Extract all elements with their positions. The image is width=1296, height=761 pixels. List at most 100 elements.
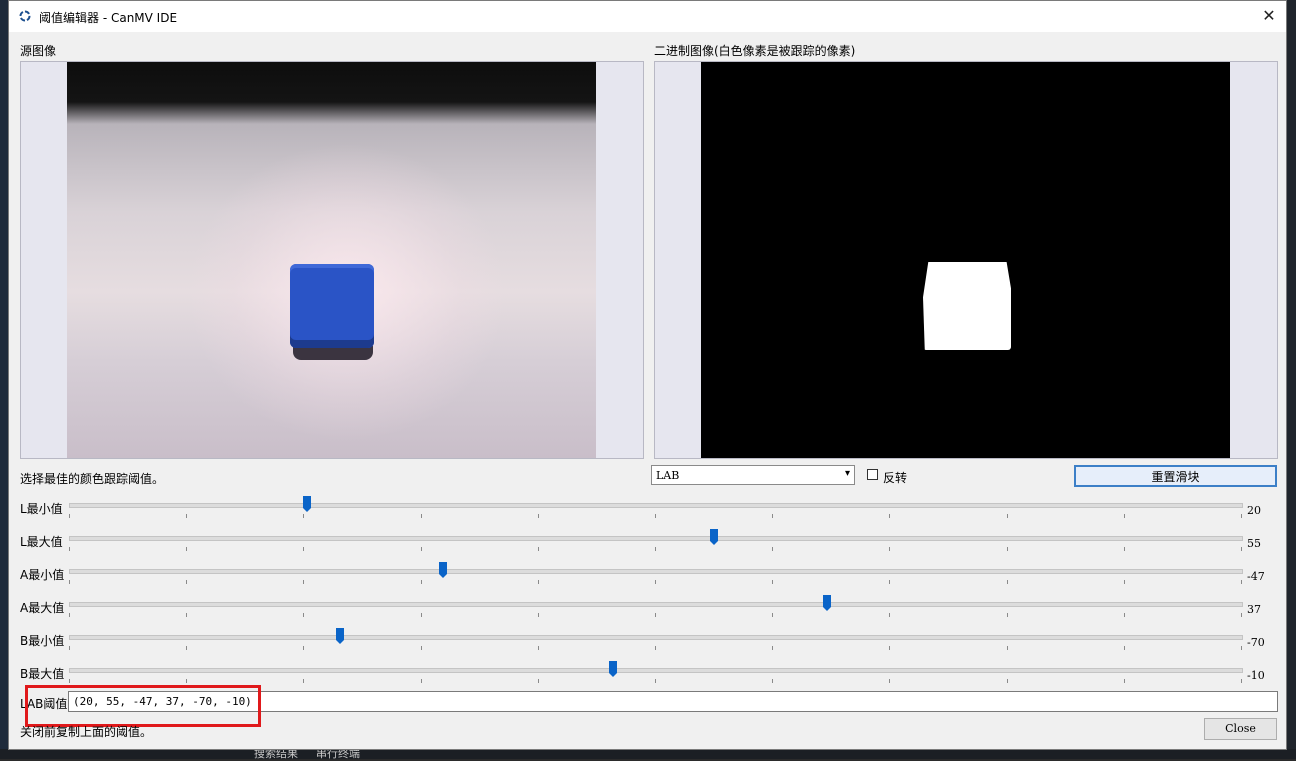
slider-tick <box>1241 646 1242 650</box>
slider-row: L最大值 55 <box>9 527 1286 557</box>
slider-tick <box>772 514 774 518</box>
invert-checkbox[interactable] <box>867 469 878 480</box>
slider-tick <box>186 646 188 650</box>
slider-value: -70 <box>1247 636 1265 649</box>
slider-tick <box>1241 547 1242 551</box>
window-title: 阈值编辑器 - CanMV IDE <box>39 11 178 25</box>
threshold-editor-window: 阈值编辑器 - CanMV IDE ✕ 源图像 二进制图像(白色像素是被跟踪的像… <box>8 0 1287 750</box>
slider-track[interactable] <box>69 635 1243 640</box>
slider-label: L最小值 <box>20 502 63 516</box>
slider-tick <box>303 514 305 518</box>
source-image <box>67 62 596 458</box>
slider-tick <box>537 613 539 617</box>
slider-tick <box>1241 514 1242 518</box>
slider-tick <box>186 613 188 617</box>
slider-track[interactable] <box>69 536 1243 541</box>
slider-tick <box>772 580 774 584</box>
slider-tick <box>1241 580 1242 584</box>
slider-handle[interactable] <box>822 594 832 612</box>
slider-tick <box>186 580 188 584</box>
slider-label: B最大值 <box>20 667 65 681</box>
close-button[interactable]: Close <box>1204 718 1277 740</box>
slider-row: A最大值 37 <box>9 593 1286 623</box>
slider-tick <box>655 514 656 518</box>
slider-tick <box>69 580 70 584</box>
slider-tick <box>655 646 656 650</box>
canmv-app-icon <box>19 10 31 22</box>
slider-handle[interactable] <box>709 528 719 546</box>
slider-tick <box>303 646 305 650</box>
slider-tick <box>1006 514 1008 518</box>
slider-tick <box>303 547 305 551</box>
slider-tick <box>889 613 891 617</box>
slider-row: B最小值 -70 <box>9 626 1286 656</box>
slider-tick <box>537 580 539 584</box>
slider-tick <box>655 679 656 683</box>
slider-tick <box>772 679 774 683</box>
slider-tick <box>303 580 305 584</box>
slider-label: A最大值 <box>20 601 65 615</box>
binary-image <box>701 62 1230 458</box>
slider-tick <box>889 514 891 518</box>
slider-tick <box>537 679 539 683</box>
slider-track[interactable] <box>69 503 1243 508</box>
footer-note: 关闭前复制上面的阈值。 <box>20 725 153 739</box>
slider-tick <box>420 679 422 683</box>
slider-tick <box>655 580 656 584</box>
slider-tick <box>420 646 422 650</box>
slider-tick <box>69 514 70 518</box>
slider-tick <box>69 613 70 617</box>
slider-track[interactable] <box>69 569 1243 574</box>
slider-value: 55 <box>1247 537 1261 550</box>
slider-tick <box>420 514 422 518</box>
slider-tick <box>69 646 70 650</box>
slider-value: -47 <box>1247 570 1265 583</box>
slider-tick <box>1241 613 1242 617</box>
slider-track[interactable] <box>69 602 1243 607</box>
blue-cube-object <box>290 264 374 348</box>
slider-tick <box>889 646 891 650</box>
close-icon[interactable]: ✕ <box>1260 7 1278 25</box>
binary-image-panel <box>654 61 1278 459</box>
slider-tick <box>772 547 774 551</box>
slider-tick <box>186 547 188 551</box>
slider-tick <box>1006 580 1008 584</box>
slider-handle[interactable] <box>608 660 618 678</box>
slider-tick <box>420 580 422 584</box>
slider-tick <box>69 547 70 551</box>
slider-tick <box>772 613 774 617</box>
slider-handle[interactable] <box>438 561 448 579</box>
slider-tick <box>1123 580 1125 584</box>
slider-row: A最小值 -47 <box>9 560 1286 590</box>
slider-tick <box>1123 547 1125 551</box>
slider-tick <box>186 514 188 518</box>
slider-tick <box>303 613 305 617</box>
slider-tick <box>69 679 70 683</box>
color-space-value: LAB <box>656 469 680 482</box>
slider-tick <box>655 547 656 551</box>
slider-tick <box>420 547 422 551</box>
slider-handle[interactable] <box>335 627 345 645</box>
slider-tick <box>303 679 305 683</box>
reset-sliders-button[interactable]: 重置滑块 <box>1074 465 1277 487</box>
chevron-down-icon: ▾ <box>844 468 850 479</box>
slider-tick <box>537 514 539 518</box>
slider-tick <box>420 613 422 617</box>
slider-label: B最小值 <box>20 634 65 648</box>
slider-tick <box>1123 613 1125 617</box>
slider-tick <box>1123 679 1125 683</box>
slider-tick <box>1123 646 1125 650</box>
slider-track[interactable] <box>69 668 1243 673</box>
slider-label: L最大值 <box>20 535 63 549</box>
slider-tick <box>1006 646 1008 650</box>
slider-tick <box>1006 547 1008 551</box>
slider-tick <box>1006 613 1008 617</box>
slider-tick <box>655 613 656 617</box>
slider-value: 37 <box>1247 603 1261 616</box>
tracked-pixels-blob <box>923 262 1011 350</box>
taskbar <box>0 749 1296 759</box>
title-bar: 阈值编辑器 - CanMV IDE ✕ <box>9 1 1286 32</box>
slider-tick <box>537 646 539 650</box>
slider-handle[interactable] <box>302 495 312 513</box>
color-space-select[interactable]: LAB ▾ <box>651 465 855 485</box>
